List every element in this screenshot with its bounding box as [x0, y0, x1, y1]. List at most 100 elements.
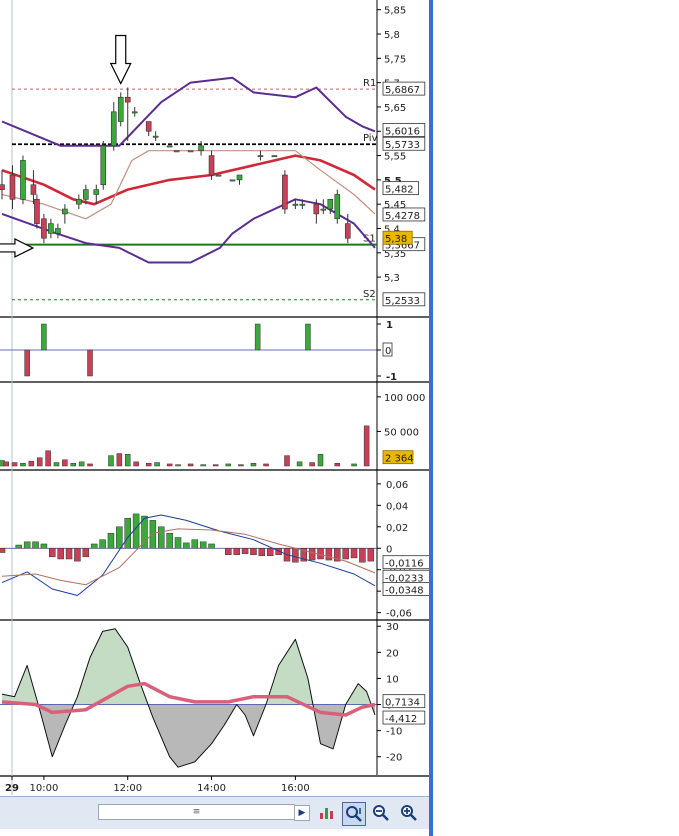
candle-body [110, 111, 117, 147]
macd-histogram-bar [57, 548, 64, 560]
candle-body [187, 150, 194, 153]
candle-body [30, 184, 37, 195]
scroll-thumb[interactable]: ≡ [99, 805, 295, 819]
macd-histogram-bar [124, 517, 131, 549]
macd-histogram-bar [174, 537, 182, 549]
volume-current-label: 2 364 [385, 454, 414, 465]
macd-histogram-bar [40, 543, 48, 549]
candle-body [20, 160, 26, 200]
chart-icon[interactable] [316, 802, 338, 824]
candle-body [0, 184, 5, 190]
signal-bar [254, 323, 261, 351]
candle-body [292, 203, 299, 206]
window-frame [429, 0, 433, 836]
price-tick-label: 5,65 [384, 103, 406, 114]
trading-chart: 5,855,85,755,75,655,65,555,55,455,45,355… [0, 0, 431, 795]
macd-value-label: -0,0348 [385, 586, 424, 597]
macd-tick-label: 0 [386, 544, 392, 555]
macd-histogram-bar [158, 526, 165, 549]
candle-body [282, 174, 288, 210]
volume-bar [53, 462, 60, 467]
candle-body [320, 208, 327, 211]
candle-body [100, 145, 107, 186]
candle-body [257, 155, 264, 158]
volume-bar [3, 461, 9, 467]
candle-body [145, 121, 152, 132]
candle-body [83, 189, 89, 200]
price-tick-label: 5,55 [384, 152, 406, 163]
macd-histogram-bar [325, 548, 333, 561]
time-tick-label: 14:00 [197, 783, 226, 794]
level-value-r1: 5,6867 [385, 85, 420, 96]
volume-bar [87, 463, 93, 467]
macd-histogram-bar [149, 520, 157, 549]
price-tick-label: 5,3 [384, 273, 400, 284]
oscillator-tick-label: -10 [386, 727, 402, 738]
volume-bar [133, 461, 139, 467]
price-value-label: 5,6016 [385, 126, 420, 137]
oscillator-negative-area [38, 704, 375, 768]
zoom-fit-icon[interactable] [342, 802, 366, 826]
volume-tick-label: 100 000 [384, 393, 425, 404]
candle-body [334, 194, 341, 220]
signal-current-label: 0 [385, 346, 391, 357]
macd-histogram-bar [225, 548, 232, 555]
level-name-s2: S2 [363, 289, 376, 300]
volume-bar [317, 453, 324, 467]
zoom-out-icon[interactable] [370, 802, 392, 824]
macd-histogram-bar [241, 548, 249, 554]
volume-bar [296, 461, 303, 467]
macd-histogram-bar [342, 548, 349, 560]
macd-histogram-bar [359, 548, 366, 563]
candle-body [208, 155, 215, 176]
candle-body [117, 96, 124, 122]
candle-body [198, 145, 204, 152]
scroll-right-icon[interactable]: ▶ [294, 805, 310, 821]
oscillator-tick-label: 30 [386, 622, 399, 633]
price-value-label: 5,38 [385, 234, 407, 245]
time-tick-label: 29 [5, 783, 19, 794]
volume-bar [250, 462, 257, 467]
price-tick-label: 5,8 [384, 30, 400, 41]
oscillator-value-label: -4,412 [385, 714, 417, 725]
macd-tick-label: 0,02 [386, 523, 408, 534]
horizontal-scrollbar[interactable]: ≡ [98, 804, 295, 820]
candle-body [93, 189, 100, 195]
volume-bar [20, 462, 26, 467]
macd-histogram-bar [49, 548, 56, 558]
macd-histogram-bar [32, 541, 39, 549]
volume-bar [200, 464, 206, 467]
macd-histogram-bar [82, 548, 90, 558]
macd-histogram-bar [99, 539, 106, 549]
time-tick-label: 12:00 [113, 783, 142, 794]
oscillator-tick-label: 20 [386, 648, 399, 659]
macd-histogram-bar [233, 548, 240, 555]
macd-histogram-bar [266, 548, 274, 557]
candle-body [313, 203, 320, 215]
candle-body [271, 155, 278, 158]
candle-body [131, 111, 138, 114]
volume-bar [309, 462, 315, 467]
zoom-in-icon[interactable] [398, 802, 420, 824]
macd-histogram-bar [292, 548, 299, 563]
macd-tick-label: 0,04 [386, 501, 408, 512]
macd-histogram-bar [74, 548, 81, 562]
macd-histogram-bar [199, 541, 207, 549]
level-value-piv: 5,5733 [385, 140, 420, 151]
volume-bar [11, 462, 18, 467]
macd-histogram-bar [258, 548, 266, 557]
volume-bar [238, 464, 244, 467]
candle-body [62, 208, 68, 215]
volume-bar [78, 461, 85, 467]
volume-bar [166, 463, 173, 467]
macd-histogram-bar [90, 543, 98, 549]
volume-bar [70, 462, 76, 467]
time-tick-label: 10:00 [29, 783, 58, 794]
bollinger-upper-line [1, 76, 376, 147]
level-name-r1: R1 [363, 78, 376, 89]
candle-body [152, 135, 159, 138]
volume-bar [212, 464, 219, 467]
price-tick-label: 5,85 [384, 6, 406, 17]
macd-tick-label: 0,06 [386, 480, 408, 491]
macd-histogram-bar [0, 548, 6, 553]
